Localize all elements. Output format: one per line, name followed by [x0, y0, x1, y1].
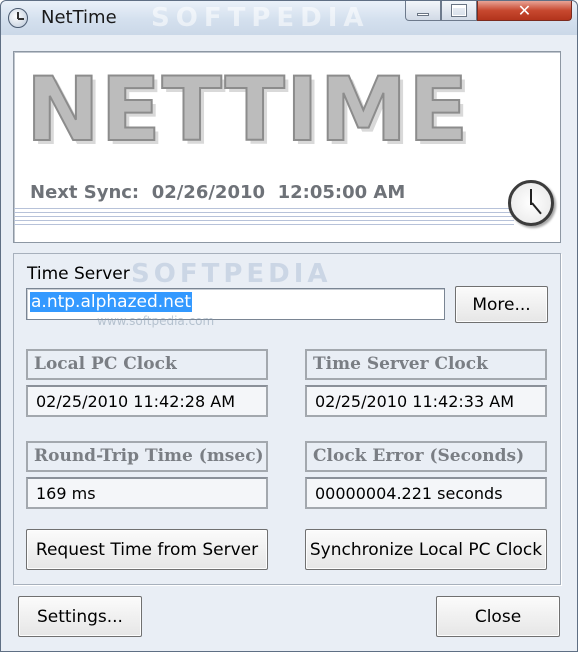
time-server-clock-value: 02/25/2010 11:42:33 AM: [305, 385, 547, 417]
banner-clock-icon: [508, 180, 554, 226]
more-servers-button[interactable]: More...: [455, 286, 548, 323]
close-icon: ✕: [517, 1, 532, 20]
close-window-button[interactable]: ✕: [477, 1, 572, 21]
maximize-icon: [451, 4, 467, 17]
next-sync-date: 02/26/2010: [151, 182, 266, 203]
next-sync-row: Next Sync: 02/26/2010 12:05:00 AM: [30, 182, 405, 203]
header-banner: NETTIME Next Sync: 02/26/2010 12:05:00 A…: [13, 51, 561, 243]
title-bar[interactable]: NetTime SOFTPEDIA ✕: [1, 1, 577, 35]
banner-decoration-lines: [14, 208, 514, 228]
time-server-value: a.ntp.alphazed.net: [30, 292, 193, 312]
local-pc-clock-caption: Local PC Clock: [26, 349, 268, 380]
local-pc-clock-value: 02/25/2010 11:42:28 AM: [26, 385, 268, 417]
synchronize-clock-button[interactable]: Synchronize Local PC Clock: [305, 529, 547, 570]
watermark-text: SOFTPEDIA: [151, 3, 370, 33]
clock-error-caption: Clock Error (Seconds): [305, 441, 547, 472]
clock-error-value: 00000004.221 seconds: [305, 477, 547, 509]
request-time-button[interactable]: Request Time from Server: [26, 529, 268, 570]
next-sync-time: 12:05:00 AM: [277, 182, 406, 203]
next-sync-label: Next Sync:: [30, 182, 140, 203]
time-server-clock-caption: Time Server Clock: [305, 349, 547, 380]
time-server-label: Time Server: [27, 264, 130, 284]
round-trip-time-value: 169 ms: [26, 477, 268, 509]
minimize-icon: [417, 13, 429, 16]
app-clock-icon[interactable]: [8, 8, 28, 28]
nettime-logo: NETTIME: [25, 57, 470, 162]
close-button[interactable]: Close: [436, 596, 560, 637]
round-trip-time-caption: Round-Trip Time (msec): [26, 441, 268, 472]
time-server-input[interactable]: a.ntp.alphazed.net: [26, 288, 445, 320]
minimize-button[interactable]: [405, 1, 441, 21]
nettime-window: NetTime SOFTPEDIA ✕ NETTIME Next Sync: 0…: [0, 0, 578, 652]
watermark-url: www.softpedia.com: [97, 314, 215, 328]
settings-button[interactable]: Settings...: [18, 596, 142, 637]
watermark-text: SOFTPEDIA: [131, 259, 332, 289]
window-title: NetTime: [41, 7, 117, 28]
maximize-button[interactable]: [441, 1, 477, 21]
